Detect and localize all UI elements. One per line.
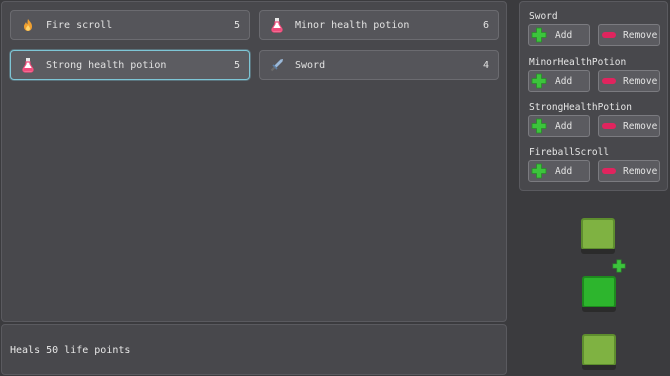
inventory-slot-sword[interactable]: Sword 4 [259, 50, 499, 80]
plus-icon [531, 27, 547, 43]
drop-slot-top[interactable] [581, 218, 615, 254]
control-label-strong-health-potion: StrongHealthPotion [529, 102, 632, 113]
potion-icon [269, 17, 285, 33]
item-name: Strong health potion [46, 59, 167, 71]
description-panel: Heals 50 life points [1, 324, 507, 375]
slot-face [581, 218, 615, 250]
item-name: Sword [295, 59, 326, 71]
plus-icon [531, 163, 547, 179]
add-sword-button[interactable]: Add [528, 24, 590, 46]
item-count: 5 [233, 59, 240, 71]
remove-label: Remove [623, 165, 658, 177]
minus-icon [601, 77, 617, 85]
minus-icon [601, 167, 617, 175]
slot-base [582, 365, 616, 370]
add-label: Add [555, 165, 573, 177]
remove-minor-health-potion-button[interactable]: Remove [598, 70, 660, 92]
inventory-slot-strong-health-potion[interactable]: Strong health potion 5 [10, 50, 250, 80]
control-label-fireball-scroll: FireballScroll [529, 147, 610, 158]
drop-slot-bottom[interactable] [582, 334, 616, 370]
control-label-sword: Sword [529, 11, 558, 22]
item-count: 4 [482, 59, 489, 71]
inventory-slot-fire-scroll[interactable]: Fire scroll 5 [10, 10, 250, 40]
remove-label: Remove [623, 120, 658, 132]
add-label: Add [555, 29, 573, 41]
plus-icon [531, 118, 547, 134]
add-label: Add [555, 120, 573, 132]
add-strong-health-potion-button[interactable]: Add [528, 115, 590, 137]
potion-icon [20, 57, 36, 73]
remove-fireball-scroll-button[interactable]: Remove [598, 160, 660, 182]
fire-icon [20, 17, 36, 33]
remove-sword-button[interactable]: Remove [598, 24, 660, 46]
add-label: Add [555, 75, 573, 87]
controls-panel: Sword Add Remove MinorHealthPotion Add R… [519, 1, 668, 191]
remove-label: Remove [623, 75, 658, 87]
slot-base [582, 307, 616, 312]
inventory-panel: Fire scroll 5 Minor health potion 6 Stro… [1, 1, 507, 322]
remove-strong-health-potion-button[interactable]: Remove [598, 115, 660, 137]
item-count: 5 [233, 19, 240, 31]
plus-icon [612, 258, 626, 277]
item-description: Heals 50 life points [10, 345, 131, 356]
drop-slot-middle[interactable] [582, 276, 616, 312]
remove-label: Remove [623, 29, 658, 41]
plus-icon [531, 73, 547, 89]
add-minor-health-potion-button[interactable]: Add [528, 70, 590, 92]
control-label-minor-health-potion: MinorHealthPotion [529, 57, 627, 68]
item-name: Minor health potion [295, 19, 410, 31]
sword-icon [269, 57, 285, 73]
item-count: 6 [482, 19, 489, 31]
slot-face [582, 334, 616, 366]
inventory-slot-minor-health-potion[interactable]: Minor health potion 6 [259, 10, 499, 40]
slot-base [581, 249, 615, 254]
add-fireball-scroll-button[interactable]: Add [528, 160, 590, 182]
minus-icon [601, 122, 617, 130]
minus-icon [601, 31, 617, 39]
slot-face [582, 276, 616, 308]
item-name: Fire scroll [46, 19, 113, 31]
